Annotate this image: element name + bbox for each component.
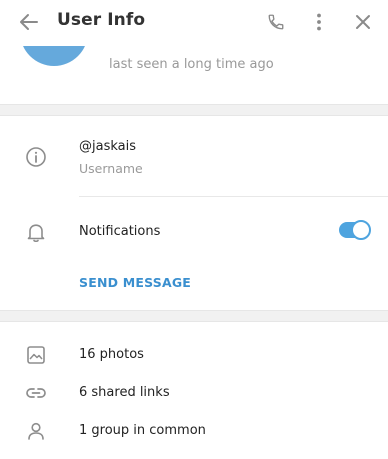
section-divider bbox=[0, 310, 388, 322]
send-message-button[interactable]: SEND MESSAGE bbox=[79, 275, 191, 290]
last-seen-status: last seen a long time ago bbox=[109, 57, 274, 72]
top-bar: User Info bbox=[0, 0, 388, 46]
page-title: User Info bbox=[57, 10, 146, 30]
link-icon bbox=[26, 388, 46, 398]
avatar[interactable]: DT bbox=[20, 46, 88, 66]
notifications-label: Notifications bbox=[79, 224, 161, 239]
toggle-knob bbox=[351, 220, 371, 240]
section-divider bbox=[0, 104, 388, 116]
link-icon-wrap bbox=[24, 381, 48, 405]
profile-section: DT last seen a long time ago bbox=[0, 46, 388, 104]
back-arrow-icon bbox=[20, 14, 38, 30]
back-button[interactable] bbox=[14, 8, 44, 36]
group-icon-wrap bbox=[24, 419, 48, 443]
phone-icon bbox=[268, 14, 284, 30]
photos-count[interactable]: 16 photos bbox=[79, 347, 144, 362]
close-icon bbox=[356, 15, 370, 29]
bell-icon-wrap bbox=[24, 220, 48, 244]
bell-icon bbox=[27, 224, 45, 243]
more-options-button[interactable] bbox=[304, 8, 334, 36]
call-button[interactable] bbox=[261, 8, 291, 36]
user-icon bbox=[28, 422, 44, 440]
close-button[interactable] bbox=[348, 8, 378, 36]
photo-icon bbox=[27, 346, 45, 364]
shared-links-count[interactable]: 6 shared links bbox=[79, 385, 170, 400]
username-value[interactable]: @jaskais bbox=[79, 139, 136, 154]
notifications-toggle[interactable] bbox=[339, 220, 371, 240]
groups-in-common[interactable]: 1 group in common bbox=[79, 423, 206, 438]
more-vertical-icon bbox=[317, 13, 321, 31]
username-caption: Username bbox=[79, 161, 143, 176]
info-icon bbox=[26, 147, 46, 167]
photo-icon-wrap bbox=[24, 343, 48, 367]
row-separator bbox=[79, 196, 388, 197]
info-icon-wrap bbox=[24, 145, 48, 169]
